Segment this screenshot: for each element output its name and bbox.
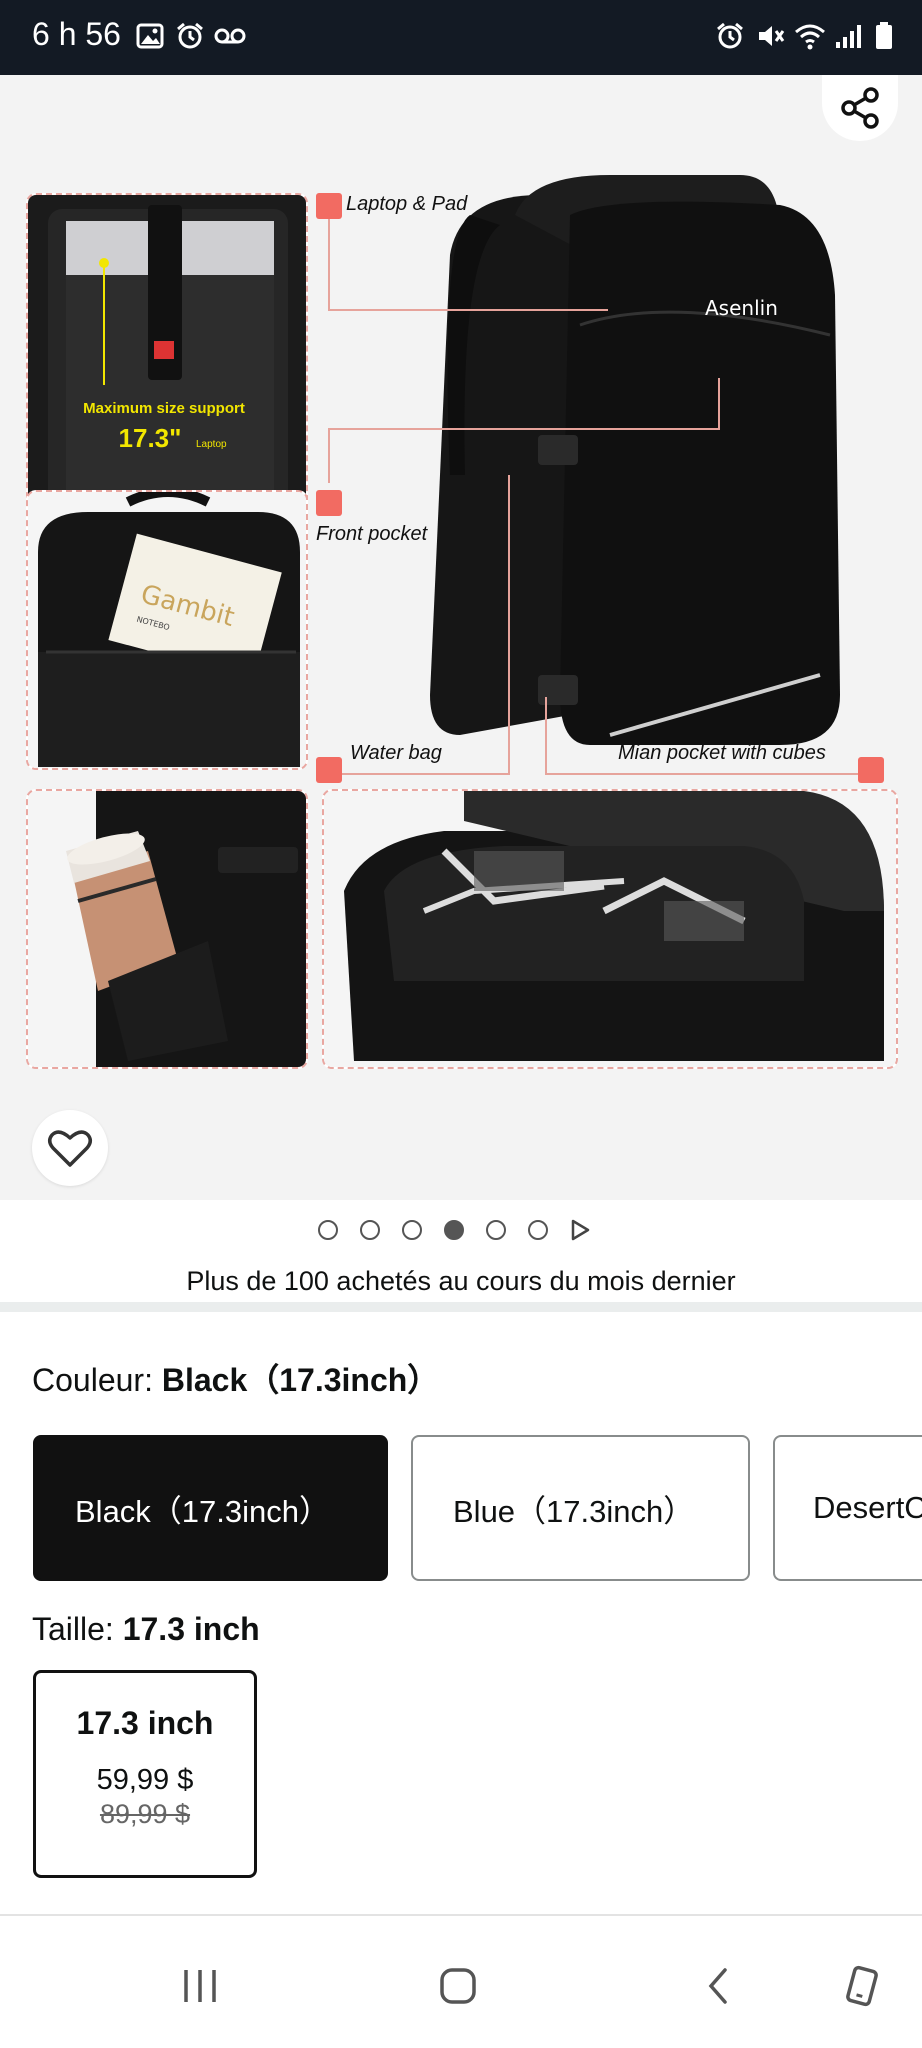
laptop-size-unit: Laptop xyxy=(196,439,227,450)
signal-icon xyxy=(830,18,866,54)
social-proof-text: Plus de 100 achetés au cours du mois der… xyxy=(186,1266,736,1296)
carousel-dots[interactable] xyxy=(318,1218,590,1242)
system-nav-bar xyxy=(0,1916,922,2048)
size-label-row: Taille: 17.3 inch xyxy=(32,1611,260,1648)
callout-marker-laptop xyxy=(316,193,342,219)
rotate-screen-button[interactable] xyxy=(832,1956,892,2016)
brand-logo: Asenlin xyxy=(705,296,778,320)
color-option-label: Black（17.3inch） xyxy=(75,1493,331,1529)
size-option-old-price: 89,99 $ xyxy=(99,1799,191,1829)
alarm-icon-right xyxy=(712,18,748,54)
color-option-black[interactable]: Black（17.3inch） xyxy=(33,1435,388,1581)
play-video-icon[interactable] xyxy=(570,1219,590,1241)
color-option-label: DesertC xyxy=(813,1490,922,1525)
product-image-gallery[interactable]: Maximum size support 17.3" Laptop Gambit… xyxy=(0,75,922,1200)
section-divider xyxy=(0,1302,922,1312)
status-bar: 6 h 56 xyxy=(0,0,922,75)
size-option-17-3[interactable]: 17.3 inch 59,99 $ 89,99 $ xyxy=(33,1670,257,1878)
callout-laptop: Laptop & Pad xyxy=(346,193,468,215)
carousel-dot[interactable] xyxy=(318,1220,338,1240)
size-label: Taille: xyxy=(32,1611,123,1647)
callout-marker-main xyxy=(858,757,884,783)
size-option-price: 59,99 $ xyxy=(96,1764,194,1796)
packing-cubes-image xyxy=(324,791,896,1067)
color-option-blue[interactable]: Blue（17.3inch） xyxy=(411,1435,750,1581)
callout-main-pocket: Mian pocket with cubes xyxy=(618,742,826,764)
image-icon xyxy=(132,18,168,54)
carousel-dot[interactable] xyxy=(360,1220,380,1240)
color-option-label: Blue（17.3inch） xyxy=(453,1493,695,1529)
battery-icon xyxy=(866,18,902,54)
share-button[interactable] xyxy=(822,75,898,141)
front-pocket-image: Gambit NOTEBO xyxy=(28,492,306,768)
rotate-icon xyxy=(846,1965,878,2007)
color-label: Couleur: xyxy=(32,1362,162,1398)
backpack-image: Asenlin xyxy=(430,175,840,745)
mute-icon xyxy=(752,18,788,54)
callout-front-pocket: Front pocket xyxy=(316,523,428,545)
color-label-row: Couleur: Black（17.3inch） xyxy=(32,1355,439,1401)
laptop-caption: Maximum size support xyxy=(83,400,245,417)
carousel-dot[interactable] xyxy=(528,1220,548,1240)
status-time: 6 h 56 xyxy=(32,16,121,52)
callout-marker-water xyxy=(316,757,342,783)
carousel-dot-active[interactable] xyxy=(444,1220,464,1240)
wishlist-button[interactable] xyxy=(32,1110,108,1186)
home-button[interactable] xyxy=(428,1956,488,2016)
heart-icon xyxy=(48,1130,92,1167)
carousel-dot[interactable] xyxy=(486,1220,506,1240)
recent-apps-button[interactable] xyxy=(170,1956,230,2016)
share-icon xyxy=(841,87,879,129)
front-pocket-panel: Gambit NOTEBO xyxy=(26,490,308,770)
home-icon xyxy=(440,1968,476,2004)
water-bottle-image xyxy=(28,791,306,1067)
recent-apps-icon xyxy=(184,1970,216,2002)
size-option-name: 17.3 inch xyxy=(76,1705,214,1741)
water-bag-panel xyxy=(26,789,308,1069)
callout-water-bag: Water bag xyxy=(350,742,442,764)
back-button[interactable] xyxy=(688,1956,748,2016)
color-value: Black（17.3inch） xyxy=(161,1362,440,1398)
back-icon xyxy=(708,1968,727,2004)
size-value: 17.3 inch xyxy=(122,1611,260,1647)
laptop-size: 17.3" xyxy=(119,423,182,453)
color-option-desert[interactable]: DesertC xyxy=(773,1435,922,1581)
wifi-icon xyxy=(792,18,828,54)
alarm-icon xyxy=(172,18,208,54)
callout-marker-front xyxy=(316,490,342,516)
voicemail-icon xyxy=(212,18,248,54)
main-pocket-panel xyxy=(322,789,898,1069)
carousel-dot[interactable] xyxy=(402,1220,422,1240)
